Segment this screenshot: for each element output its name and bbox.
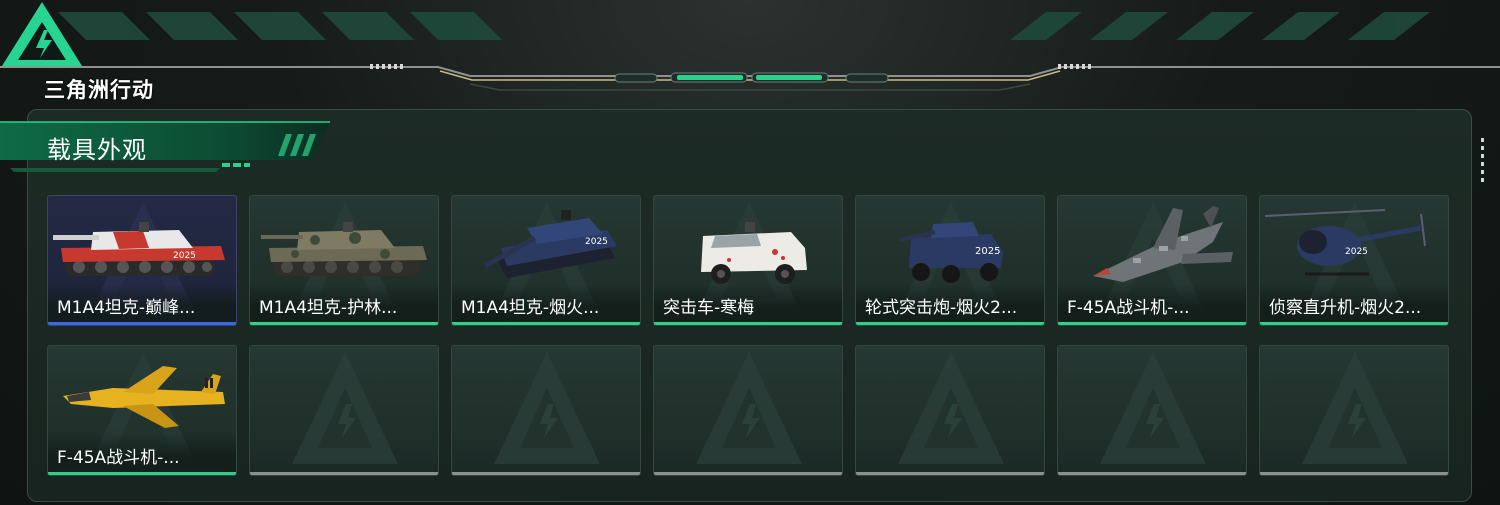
delta-logo-icon	[696, 352, 802, 464]
header-decoration	[0, 12, 1500, 91]
delta-logo-icon	[2, 2, 82, 66]
svg-text:2025: 2025	[585, 237, 608, 247]
empty-skin-slot	[451, 345, 641, 476]
rarity-bar	[1260, 322, 1448, 325]
rarity-bar	[1058, 472, 1246, 475]
tank-icon: 2025	[483, 210, 617, 278]
rarity-bar	[654, 472, 842, 475]
delta-logo-icon	[1302, 352, 1408, 464]
rarity-bar	[856, 322, 1044, 325]
rarity-bar	[452, 472, 640, 475]
skin-card-label: M1A4坦克-护林...	[259, 298, 398, 318]
rarity-bar	[654, 322, 842, 325]
skin-card[interactable]: 突击车-寒梅	[653, 195, 843, 326]
wheeled-assault-gun-icon: 2025	[898, 222, 1003, 283]
skin-card[interactable]: M1A4坦克-护林...	[249, 195, 439, 326]
empty-skin-slot	[249, 345, 439, 476]
armored-car-icon	[701, 222, 807, 284]
rarity-bar	[250, 472, 438, 475]
rarity-bar	[48, 472, 236, 475]
delta-logo-icon	[898, 352, 1004, 464]
empty-skin-slot	[855, 345, 1045, 476]
empty-skin-slot	[1259, 345, 1449, 476]
rarity-bar	[48, 322, 236, 325]
helicopter-icon: 2025	[1265, 209, 1426, 276]
skin-card-label: 轮式突击炮-烟火2...	[865, 298, 1018, 318]
delta-logo-icon	[494, 352, 600, 464]
skin-card-label: 侦察直升机-烟火2...	[1269, 298, 1422, 318]
rarity-bar	[452, 322, 640, 325]
skin-card-label: F-45A战斗机-...	[57, 448, 180, 468]
rarity-bar	[1058, 322, 1246, 325]
section-title: 载具外观	[47, 136, 147, 164]
svg-text:2025: 2025	[173, 251, 196, 261]
skin-card[interactable]: 2025 轮式突击炮-烟火2...	[855, 195, 1045, 326]
empty-skin-slot	[1057, 345, 1247, 476]
fighter-jet-icon	[63, 366, 225, 428]
skin-card[interactable]: 2025 侦察直升机-烟火2...	[1259, 195, 1449, 326]
fighter-jet-icon	[1093, 206, 1233, 282]
svg-text:2025: 2025	[1345, 247, 1368, 257]
delta-logo-icon	[292, 352, 398, 464]
skin-card[interactable]: F-45A战斗机-...	[47, 345, 237, 476]
tank-icon: 2025	[53, 222, 225, 276]
skin-card-label: F-45A战斗机-...	[1067, 298, 1190, 318]
skin-card[interactable]: F-45A战斗机-...	[1057, 195, 1247, 326]
vehicle-skin-grid: 2025 M1A4坦克-巅峰... M1A4坦克-护林... 2025 M1A4…	[47, 195, 1449, 476]
skin-card-label: M1A4坦克-烟火...	[461, 298, 600, 318]
skin-card[interactable]: 2025 M1A4坦克-烟火...	[451, 195, 641, 326]
game-logo-text: 三角洲行动	[44, 78, 154, 102]
skin-card[interactable]: 2025 M1A4坦克-巅峰...	[47, 195, 237, 326]
header-bar: 三角洲行动	[0, 0, 1500, 102]
tank-icon	[261, 222, 427, 276]
rarity-bar	[856, 472, 1044, 475]
rarity-bar	[250, 322, 438, 325]
skin-card-label: 突击车-寒梅	[663, 298, 755, 318]
panel-scroll-indicator[interactable]	[1481, 138, 1485, 186]
rarity-bar	[1260, 472, 1448, 475]
svg-text:2025: 2025	[975, 246, 1000, 257]
skin-card-label: M1A4坦克-巅峰...	[57, 298, 196, 318]
empty-skin-slot	[653, 345, 843, 476]
delta-logo-icon	[1100, 352, 1206, 464]
